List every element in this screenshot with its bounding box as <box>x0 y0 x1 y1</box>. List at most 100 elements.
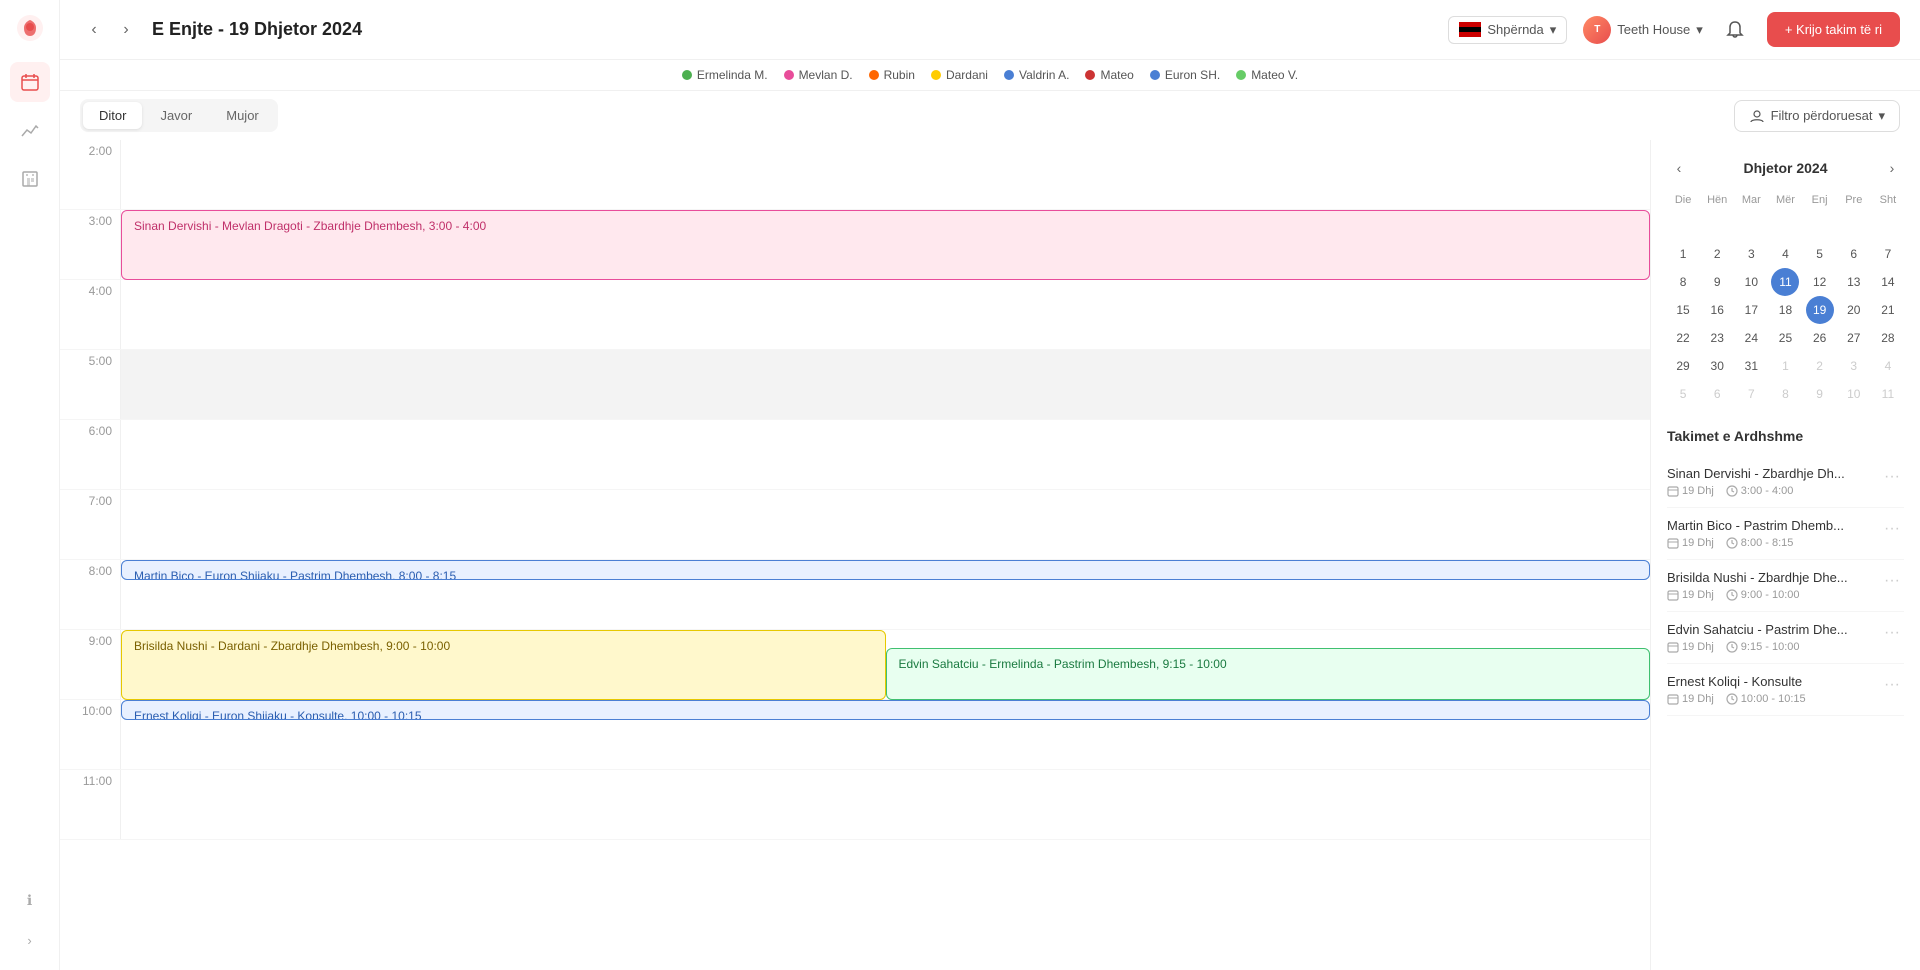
upcoming-item-name: Brisilda Nushi - Zbardhje Dhe... <box>1667 570 1880 585</box>
nav-next-btn[interactable]: › <box>112 16 140 44</box>
sidebar-info[interactable]: ℹ <box>10 880 50 920</box>
slot-content[interactable] <box>120 420 1650 489</box>
upcoming-item-menu-btn[interactable]: ··· <box>1880 674 1904 696</box>
mini-cal-date[interactable]: 7 <box>1874 240 1902 268</box>
mini-cal-date[interactable]: 2 <box>1703 240 1731 268</box>
slot-content[interactable]: Sinan Dervishi - Mevlan Dragoti - Zbardh… <box>120 210 1650 279</box>
mini-cal-date[interactable]: 8 <box>1669 268 1697 296</box>
mini-cal-date[interactable]: 3 <box>1737 240 1765 268</box>
mini-cal-date[interactable]: 5 <box>1806 240 1834 268</box>
mini-cal-date[interactable]: 20 <box>1840 296 1868 324</box>
mini-cal-date[interactable]: 9 <box>1703 268 1731 296</box>
mini-cal-date[interactable]: 4 <box>1874 352 1902 380</box>
mini-cal-date[interactable]: 25 <box>1771 324 1799 352</box>
slot-content[interactable] <box>120 490 1650 559</box>
calendar-event[interactable]: Brisilda Nushi - Dardani - Zbardhje Dhem… <box>121 630 886 700</box>
mini-cal-day-name: Enj <box>1804 192 1836 208</box>
sidebar-expand-btn[interactable]: › <box>10 920 50 960</box>
slot-content[interactable]: Ernest Koliqi - Euron Shijaku - Konsulte… <box>120 700 1650 769</box>
legend-item: Mateo V. <box>1236 68 1298 82</box>
mini-cal-date[interactable]: 4 <box>1771 240 1799 268</box>
mini-cal-date[interactable]: 10 <box>1840 380 1868 408</box>
upcoming-item-time: 10:00 - 10:15 <box>1726 693 1806 705</box>
legend-dot <box>784 70 794 80</box>
mini-cal-date[interactable]: 24 <box>1737 324 1765 352</box>
slot-content[interactable] <box>120 140 1650 209</box>
mini-cal-date[interactable]: 17 <box>1737 296 1765 324</box>
slot-content[interactable]: Martin Bico - Euron Shijaku - Pastrim Dh… <box>120 560 1650 629</box>
calendar-event[interactable]: Ernest Koliqi - Euron Shijaku - Konsulte… <box>121 700 1650 720</box>
mini-cal-date[interactable]: 29 <box>1669 352 1697 380</box>
mini-cal-date[interactable]: 3 <box>1840 352 1868 380</box>
create-appointment-btn[interactable]: + Krijo takim të ri <box>1767 12 1900 47</box>
mini-cal-date[interactable]: 1 <box>1669 240 1697 268</box>
language-selector[interactable]: Shpërnda ▾ <box>1448 16 1567 44</box>
upcoming-item-menu-btn[interactable]: ··· <box>1880 518 1904 540</box>
mini-cal-date[interactable]: 21 <box>1874 296 1902 324</box>
clinic-selector[interactable]: T Teeth House ▾ <box>1583 16 1703 44</box>
calendar-event[interactable]: Martin Bico - Euron Shijaku - Pastrim Dh… <box>121 560 1650 580</box>
upcoming-item-left: Brisilda Nushi - Zbardhje Dhe... 19 Dhj … <box>1667 570 1880 601</box>
mini-cal-prev[interactable]: ‹ <box>1667 156 1691 180</box>
mini-cal-date[interactable]: 1 <box>1771 352 1799 380</box>
mini-cal-date[interactable]: 28 <box>1874 324 1902 352</box>
upcoming-item-left: Edvin Sahatciu - Pastrim Dhe... 19 Dhj 9… <box>1667 622 1880 653</box>
mini-cal-date[interactable]: 6 <box>1703 380 1731 408</box>
time-slot: 3:00Sinan Dervishi - Mevlan Dragoti - Zb… <box>60 210 1650 280</box>
tab-ditor[interactable]: Ditor <box>83 102 142 129</box>
mini-cal-grid: DieHënMarMërEnjPreSht1234567891011121314… <box>1667 192 1904 408</box>
slot-content[interactable] <box>120 280 1650 349</box>
mini-cal-date[interactable]: 19 <box>1806 296 1834 324</box>
upcoming-item-menu-btn[interactable]: ··· <box>1880 466 1904 488</box>
mini-cal-next[interactable]: › <box>1880 156 1904 180</box>
mini-cal-date[interactable]: 5 <box>1669 380 1697 408</box>
mini-cal-date[interactable]: 14 <box>1874 268 1902 296</box>
mini-cal-date[interactable]: 9 <box>1806 380 1834 408</box>
legend-label: Euron SH. <box>1165 68 1220 82</box>
mini-cal-date[interactable]: 22 <box>1669 324 1697 352</box>
app-logo[interactable] <box>12 10 48 46</box>
mini-cal-date[interactable]: 12 <box>1806 268 1834 296</box>
legend-dot <box>869 70 879 80</box>
nav-prev-btn[interactable]: ‹ <box>80 16 108 44</box>
mini-cal-date[interactable]: 6 <box>1840 240 1868 268</box>
legend-item: Dardani <box>931 68 988 82</box>
upcoming-item-menu-btn[interactable]: ··· <box>1880 570 1904 592</box>
tab-mujor[interactable]: Mujor <box>210 102 275 129</box>
slot-content[interactable]: Brisilda Nushi - Dardani - Zbardhje Dhem… <box>120 630 1650 699</box>
schedule-area[interactable]: 2:003:00Sinan Dervishi - Mevlan Dragoti … <box>60 140 1650 970</box>
calendar-event[interactable]: Edvin Sahatciu - Ermelinda - Pastrim Dhe… <box>886 648 1651 700</box>
mini-cal-date[interactable]: 13 <box>1840 268 1868 296</box>
mini-cal-week <box>1667 212 1904 240</box>
slot-content[interactable] <box>120 350 1650 419</box>
mini-cal-date[interactable]: 30 <box>1703 352 1731 380</box>
slot-content[interactable] <box>120 770 1650 839</box>
mini-cal-date[interactable]: 11 <box>1771 268 1799 296</box>
mini-cal-date[interactable]: 16 <box>1703 296 1731 324</box>
notifications-bell[interactable] <box>1719 14 1751 46</box>
mini-cal-date[interactable]: 11 <box>1874 380 1902 408</box>
topbar-right: Shpërnda ▾ T Teeth House ▾ + Krijo takim… <box>1448 12 1900 47</box>
legend-label: Dardani <box>946 68 988 82</box>
upcoming-title: Takimet e Ardhshme <box>1667 428 1904 444</box>
filter-users-btn[interactable]: Filtro përdoruesat ▾ <box>1734 100 1900 132</box>
mini-cal-date[interactable]: 7 <box>1737 380 1765 408</box>
mini-cal-date[interactable]: 15 <box>1669 296 1697 324</box>
mini-cal-date[interactable]: 18 <box>1771 296 1799 324</box>
mini-cal-date[interactable]: 23 <box>1703 324 1731 352</box>
clinic-name: Teeth House <box>1617 22 1690 37</box>
sidebar-item-calendar[interactable] <box>10 62 50 102</box>
sidebar-item-building[interactable] <box>10 158 50 198</box>
upcoming-item-menu-btn[interactable]: ··· <box>1880 622 1904 644</box>
mini-cal-date[interactable]: 10 <box>1737 268 1765 296</box>
calendar-view: 2:003:00Sinan Dervishi - Mevlan Dragoti … <box>60 140 1920 970</box>
mini-cal-date[interactable]: 31 <box>1737 352 1765 380</box>
mini-cal-date[interactable]: 8 <box>1771 380 1799 408</box>
mini-cal-date[interactable]: 27 <box>1840 324 1868 352</box>
mini-cal-date[interactable]: 26 <box>1806 324 1834 352</box>
mini-cal-date[interactable]: 2 <box>1806 352 1834 380</box>
upcoming-item-time: 9:15 - 10:00 <box>1726 641 1800 653</box>
tab-javor[interactable]: Javor <box>144 102 208 129</box>
calendar-event[interactable]: Sinan Dervishi - Mevlan Dragoti - Zbardh… <box>121 210 1650 280</box>
sidebar-item-analytics[interactable] <box>10 110 50 150</box>
